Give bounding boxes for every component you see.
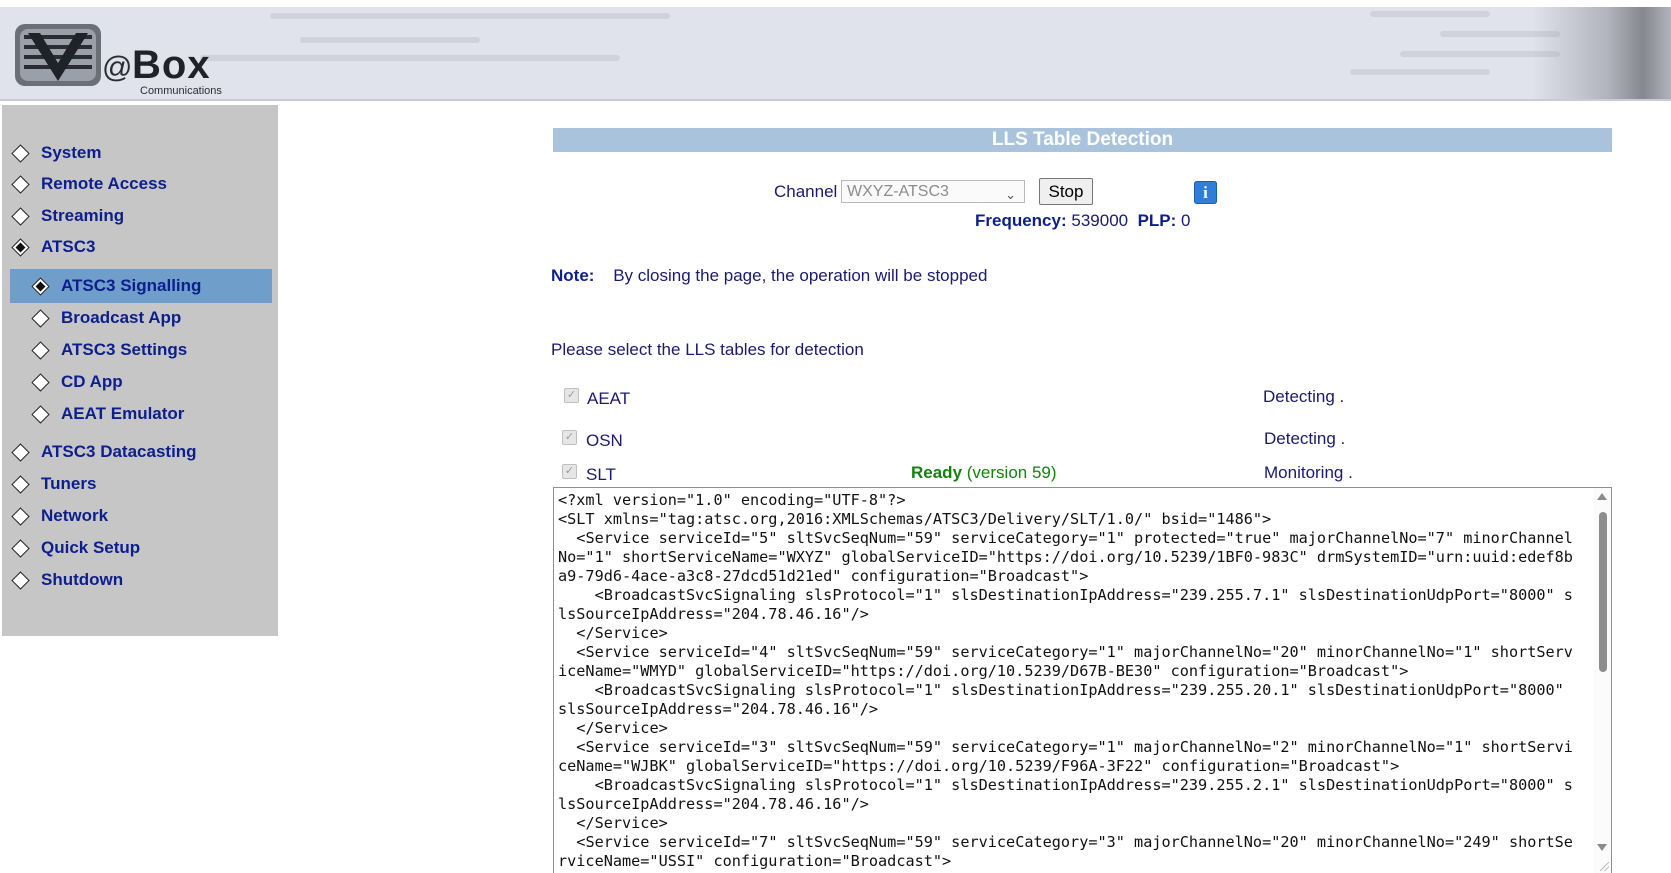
diamond-filled-icon bbox=[31, 276, 50, 296]
channel-label: Channel bbox=[774, 182, 838, 201]
diamond-icon bbox=[11, 474, 30, 494]
slt-ready-status: Ready (version 59) bbox=[911, 463, 1057, 483]
diamond-icon bbox=[11, 570, 30, 590]
sidebar-item-label: Broadcast App bbox=[61, 308, 182, 327]
diamond-icon bbox=[31, 308, 50, 328]
vertical-scrollbar[interactable] bbox=[1594, 488, 1611, 873]
slt-checkbox[interactable]: ✓ bbox=[562, 464, 577, 479]
sidebar-item-quick-setup[interactable]: Quick Setup bbox=[8, 531, 272, 565]
note-label: Note: bbox=[551, 266, 595, 285]
osn-status: Detecting . bbox=[1264, 429, 1346, 448]
diamond-filled-icon bbox=[11, 237, 30, 257]
sidebar-item-label: Streaming bbox=[41, 206, 125, 225]
sidebar-item-broadcast-app[interactable]: Broadcast App bbox=[10, 301, 272, 335]
select-instructions: Please select the LLS tables for detecti… bbox=[551, 340, 864, 359]
sidebar-item-label: Shutdown bbox=[41, 570, 124, 589]
sidebar-item-label: ATSC3 Signalling bbox=[61, 276, 202, 295]
xml-output-textarea[interactable]: <?xml version="1.0" encoding="UTF-8"?> <… bbox=[553, 487, 1612, 873]
sidebar-item-atsc3-signalling[interactable]: ATSC3 Signalling bbox=[10, 269, 272, 303]
brand-sub: Communications bbox=[140, 85, 222, 97]
resize-handle-icon[interactable] bbox=[1600, 862, 1609, 871]
sidebar: System Remote Access Streaming ATSC3 ATS… bbox=[2, 105, 278, 636]
header-banner: @ Box Communications bbox=[0, 7, 1671, 101]
osn-label: OSN bbox=[586, 431, 623, 450]
sidebar-item-label: Tuners bbox=[41, 474, 97, 493]
header-gradient bbox=[1531, 7, 1671, 99]
sidebar-item-label: ATSC3 bbox=[41, 237, 96, 256]
note: Note: By closing the page, the operation… bbox=[551, 266, 987, 286]
sidebar-item-remote-access[interactable]: Remote Access bbox=[8, 167, 272, 201]
info-icon[interactable]: i bbox=[1194, 181, 1217, 204]
diamond-icon bbox=[11, 143, 30, 163]
page-title: LLS Table Detection bbox=[553, 128, 1612, 152]
aeat-checkbox[interactable]: ✓ bbox=[564, 388, 579, 403]
stop-button[interactable]: Stop bbox=[1039, 178, 1093, 205]
diamond-icon bbox=[31, 372, 50, 392]
sidebar-item-label: Remote Access bbox=[41, 174, 167, 193]
diamond-icon bbox=[31, 404, 50, 424]
scroll-up-icon[interactable] bbox=[1597, 493, 1607, 500]
channel-select[interactable]: WXYZ-ATSC3 ⌄ bbox=[841, 180, 1025, 203]
sidebar-item-atsc3-datacasting[interactable]: ATSC3 Datacasting bbox=[8, 435, 272, 469]
aeat-label: AEAT bbox=[587, 389, 631, 408]
brand-at: @ bbox=[102, 51, 133, 84]
sidebar-item-label: ATSC3 Settings bbox=[61, 340, 188, 359]
osn-checkbox[interactable]: ✓ bbox=[562, 430, 577, 445]
sidebar-item-label: Quick Setup bbox=[41, 538, 141, 557]
sidebar-item-shutdown[interactable]: Shutdown bbox=[8, 563, 272, 597]
sidebar-item-system[interactable]: System bbox=[8, 136, 272, 170]
diamond-icon bbox=[11, 506, 30, 526]
brand-box: Box bbox=[132, 43, 211, 87]
ready-label: Ready bbox=[911, 463, 963, 482]
sidebar-item-label: Network bbox=[41, 506, 109, 525]
diamond-icon bbox=[11, 442, 30, 462]
slt-label: SLT bbox=[586, 465, 616, 484]
frequency-label: Frequency: bbox=[975, 211, 1067, 230]
slt-status: Monitoring . bbox=[1264, 463, 1353, 482]
sidebar-item-atsc3[interactable]: ATSC3 bbox=[8, 230, 272, 264]
ready-version: (version 59) bbox=[966, 463, 1057, 482]
sidebar-item-tuners[interactable]: Tuners bbox=[8, 467, 272, 501]
diamond-icon bbox=[31, 340, 50, 360]
plp-value: 0 bbox=[1181, 211, 1191, 230]
frequency-readout: Frequency: 539000 PLP: 0 bbox=[975, 211, 1191, 231]
diamond-icon bbox=[11, 206, 30, 226]
sidebar-item-aeat-emulator[interactable]: AEAT Emulator bbox=[10, 397, 272, 431]
diamond-icon bbox=[11, 174, 30, 194]
sidebar-item-network[interactable]: Network bbox=[8, 499, 272, 533]
chevron-down-icon: ⌄ bbox=[1005, 187, 1016, 202]
sidebar-item-label: AEAT Emulator bbox=[61, 404, 185, 423]
frequency-value: 539000 bbox=[1071, 211, 1129, 230]
sidebar-item-label: CD App bbox=[61, 372, 123, 391]
xml-content: <?xml version="1.0" encoding="UTF-8"?> <… bbox=[558, 491, 1573, 870]
scroll-thumb[interactable] bbox=[1599, 512, 1607, 672]
sidebar-item-label: ATSC3 Datacasting bbox=[41, 442, 197, 461]
sidebar-item-streaming[interactable]: Streaming bbox=[8, 199, 272, 233]
scroll-down-icon[interactable] bbox=[1597, 844, 1607, 851]
sidebar-item-label: System bbox=[41, 143, 102, 162]
diamond-icon bbox=[11, 538, 30, 558]
note-text: By closing the page, the operation will … bbox=[613, 266, 988, 285]
aeat-status: Detecting . bbox=[1263, 387, 1345, 406]
brand-logo[interactable]: @ Box Communications bbox=[14, 23, 254, 97]
sidebar-item-atsc3-settings[interactable]: ATSC3 Settings bbox=[10, 333, 272, 367]
channel-select-value: WXYZ-ATSC3 bbox=[847, 183, 949, 200]
sidebar-item-cd-app[interactable]: CD App bbox=[10, 365, 272, 399]
plp-label: PLP: bbox=[1137, 211, 1177, 230]
